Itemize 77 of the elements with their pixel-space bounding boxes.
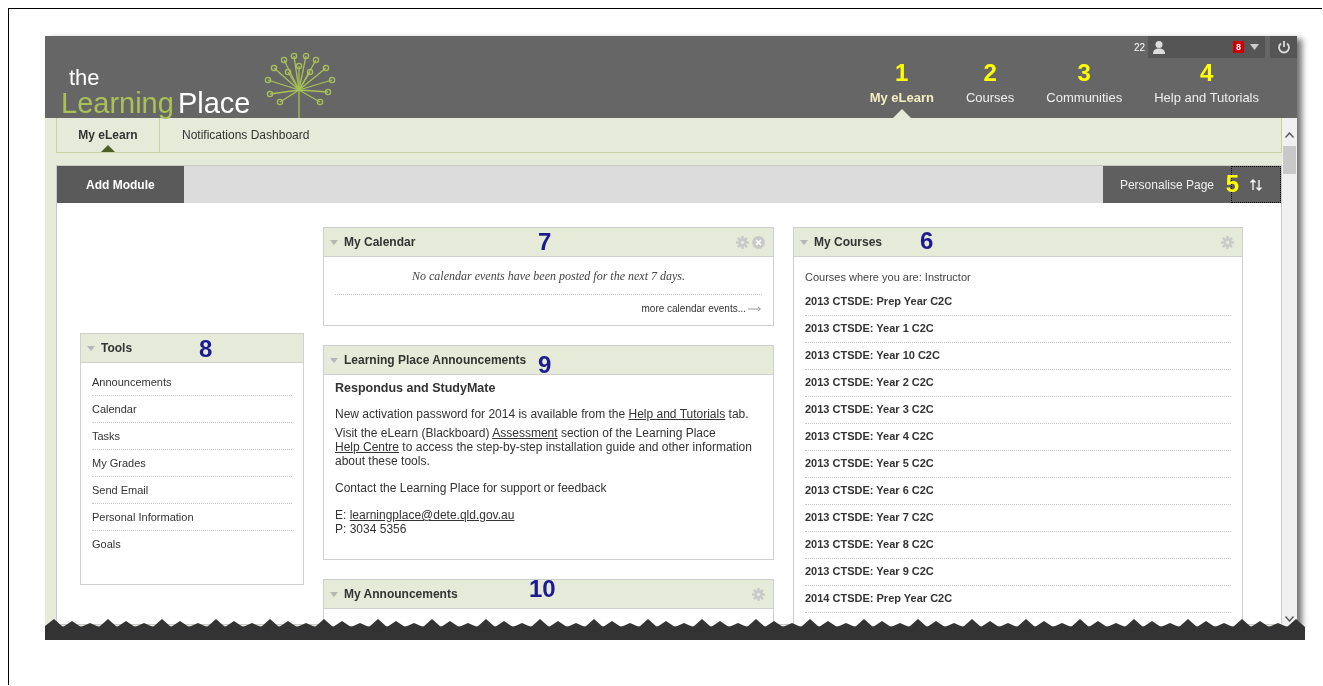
tool-link[interactable]: My Grades <box>92 454 146 472</box>
user-count: 22 <box>1134 40 1146 55</box>
arrow-icon <box>748 305 762 312</box>
scrollbar[interactable] <box>1282 118 1297 626</box>
announcement-text: P: 3034 5356 <box>335 522 408 536</box>
course-link[interactable]: 2013 CTSDE: Prep Year C2C <box>805 293 953 310</box>
tool-link[interactable]: Personal Information <box>92 508 194 526</box>
announcement-text: Contact the Learning Place for support or feedback <box>335 481 608 495</box>
settings-icon[interactable] <box>736 235 749 249</box>
course-link[interactable]: 2014 CTSDE: Prep Year C2C <box>805 590 953 607</box>
course-link[interactable]: 2013 CTSDE: Year 9 C2C <box>805 563 934 580</box>
announcement-heading: Respondus and StudyMate <box>335 381 497 395</box>
callout-number: 8 <box>199 336 213 362</box>
tool-link[interactable]: Announcements <box>92 373 172 391</box>
sub-tab[interactable]: Notifications Dashboard <box>160 118 332 152</box>
callout-number: 6 <box>920 228 934 254</box>
settings-icon[interactable] <box>752 587 765 601</box>
callout-number: 9 <box>538 352 552 378</box>
user-icon <box>1152 40 1166 54</box>
module-title: My Announcements <box>344 586 458 603</box>
caret-icon <box>1250 44 1259 50</box>
announcement-text: E: learningplace@dete.qld.gov.au <box>335 508 516 522</box>
module-title: My Calendar <box>344 234 416 251</box>
announcement-text: Visit the eLearn (Blackboard) Assessment section of the Learning Place Help Centre to access the step-by-step installation guide and other information about these tools. <box>335 426 753 468</box>
callout-number: 4 <box>1199 60 1214 86</box>
course-link[interactable]: 2013 CTSDE: Year 8 C2C <box>805 536 934 553</box>
course-link[interactable]: 2013 CTSDE: Year 2 C2C <box>805 374 934 391</box>
nav-tab[interactable]: My eLearn <box>869 88 934 108</box>
course-link[interactable]: 2013 CTSDE: Year 3 C2C <box>805 401 934 418</box>
collapse-icon[interactable] <box>330 357 338 363</box>
close-icon[interactable] <box>752 235 765 249</box>
tool-link[interactable]: Calendar <box>92 400 137 418</box>
callout-number: 1 <box>895 60 909 86</box>
collapse-icon[interactable] <box>800 239 808 245</box>
power-icon <box>1276 40 1291 54</box>
course-link[interactable]: 2013 CTSDE: Year 5 C2C <box>805 455 934 472</box>
logo-wordmark: the Learning Place <box>61 68 251 118</box>
course-link[interactable]: 2013 CTSDE: Year 10 C2C <box>805 347 940 364</box>
course-link[interactable]: 2013 CTSDE: Year 4 C2C <box>805 428 934 445</box>
nav-tab[interactable]: Courses <box>965 88 1015 108</box>
role-label: Courses where you are: Instructor <box>805 270 972 285</box>
text-link[interactable]: Assessment <box>492 426 558 440</box>
nav-tab[interactable]: Communities <box>1046 88 1123 108</box>
tool-link[interactable]: Tasks <box>92 427 121 445</box>
calendar-message: No calendar events have been posted for the next 7 days. <box>335 257 762 295</box>
course-link[interactable]: 2013 CTSDE: Year 7 C2C <box>805 509 934 526</box>
tool-link[interactable]: Send Email <box>92 481 149 499</box>
course-link[interactable]: 2013 CTSDE: Year 1 C2C <box>805 320 934 337</box>
text-link[interactable]: learningplace@dete.qld.gov.au <box>349 508 515 522</box>
callout-number: 7 <box>538 229 552 255</box>
tab-pointer <box>101 145 115 152</box>
module-title: Tools <box>101 340 133 357</box>
collapse-icon[interactable] <box>330 239 338 245</box>
scroll-down-icon <box>1285 616 1294 622</box>
sort-arrows-icon <box>1250 178 1262 191</box>
sub-tab[interactable]: My eLearn <box>57 118 160 152</box>
module-title: Learning Place Announcements <box>344 352 527 369</box>
text-link[interactable]: Help Centre <box>335 440 400 454</box>
notification-badge: 8 <box>1233 41 1244 53</box>
add-module-button[interactable]: Add Module <box>57 166 184 203</box>
tool-link[interactable]: Goals <box>92 536 121 553</box>
more-events-link[interactable]: more calendar events... <box>641 301 762 316</box>
callout-number: 3 <box>1077 60 1091 86</box>
callout-number: 2 <box>983 60 997 86</box>
settings-icon[interactable] <box>1221 235 1234 249</box>
scrollbar-thumb[interactable] <box>1283 146 1296 174</box>
nav-tab[interactable]: Help and Tutorials <box>1154 88 1259 108</box>
tab-pointer <box>892 109 911 118</box>
scroll-up-icon <box>1285 132 1294 138</box>
collapse-icon[interactable] <box>330 591 338 597</box>
power-button[interactable] <box>1270 36 1297 58</box>
callout-number: 10 <box>529 576 556 602</box>
text-link[interactable]: Help and Tutorials <box>628 407 726 421</box>
announcement-text: New activation password for 2014 is available from the Help and Tutorials tab. <box>335 407 750 421</box>
module-title: My Courses <box>814 234 883 251</box>
course-link[interactable]: 2013 CTSDE: Year 6 C2C <box>805 482 934 499</box>
collapse-icon[interactable] <box>87 345 95 351</box>
